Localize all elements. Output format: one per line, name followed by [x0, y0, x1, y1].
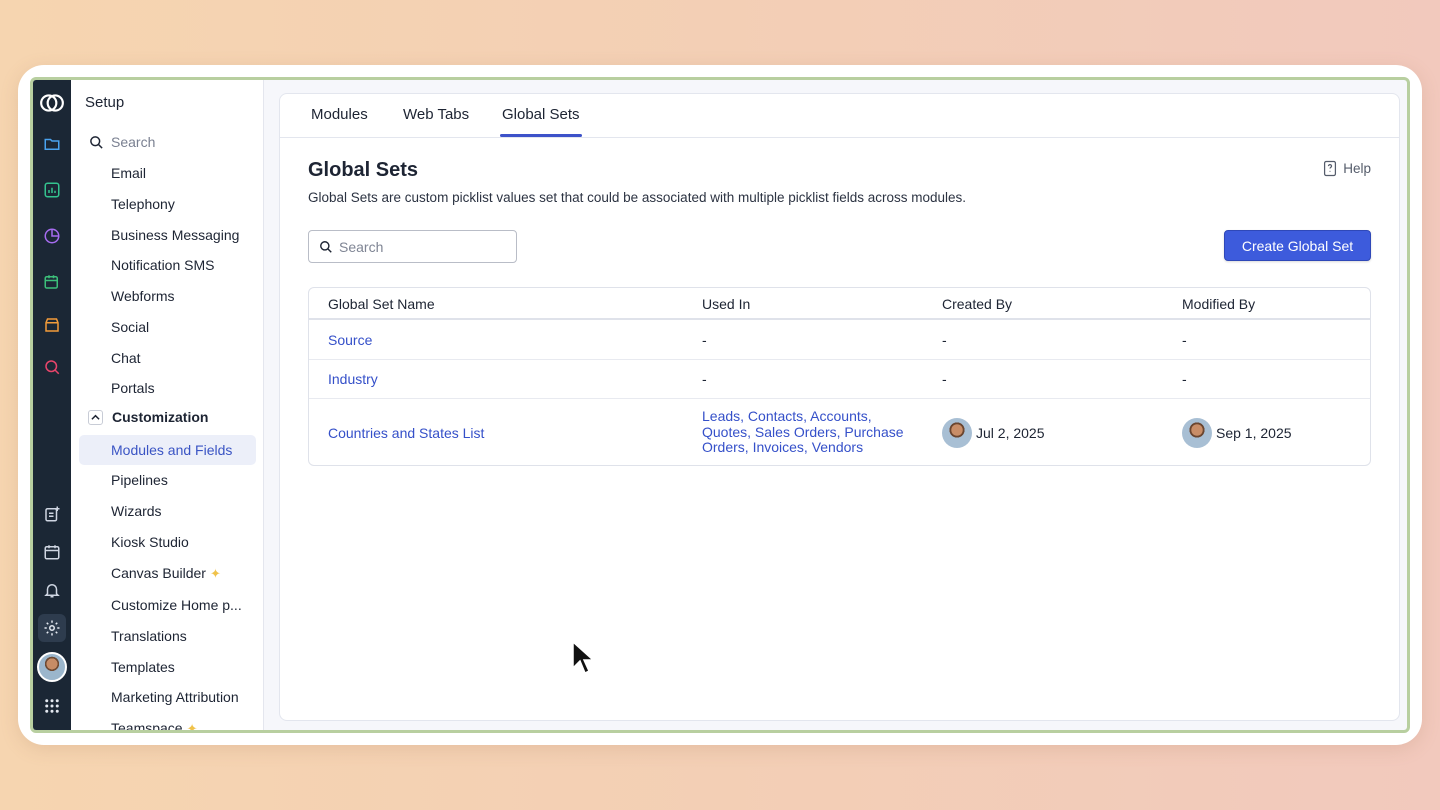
- column-header-used-in[interactable]: Used In: [702, 296, 750, 312]
- main-panel: Modules Web Tabs Global Sets Global Sets…: [279, 93, 1400, 721]
- analytics-icon[interactable]: [40, 178, 64, 202]
- tab-web-tabs[interactable]: Web Tabs: [403, 106, 469, 123]
- bell-icon[interactable]: [40, 578, 64, 602]
- sidebar-item-canvas-builder[interactable]: Canvas Builder ✦: [111, 565, 221, 582]
- modified-by-cell: Sep 1, 2025: [1182, 418, 1292, 448]
- used-in-value: -: [702, 332, 707, 348]
- user-avatar[interactable]: [37, 652, 67, 682]
- sidebar-item-marketing-attribution[interactable]: Marketing Attribution: [111, 689, 239, 705]
- zoho-logo-icon[interactable]: [37, 88, 67, 118]
- modifier-avatar[interactable]: [1182, 418, 1212, 448]
- sidebar-item-telephony[interactable]: Telephony: [111, 196, 175, 212]
- table-row[interactable]: Countries and States List Leads, Contact…: [309, 399, 1370, 465]
- sidebar-group-label: Customization: [112, 409, 209, 425]
- sidebar-item-label: Teamspace: [111, 720, 183, 733]
- store-icon[interactable]: [40, 313, 64, 337]
- sidebar-item-social[interactable]: Social: [111, 319, 149, 335]
- tab-modules[interactable]: Modules: [311, 106, 368, 123]
- sidebar-item-translations[interactable]: Translations: [111, 628, 187, 644]
- created-date: Jul 2, 2025: [976, 425, 1045, 441]
- settings-gear-icon[interactable]: [38, 614, 66, 642]
- used-in-modules[interactable]: Leads, Contacts, Accounts, Quotes, Sales…: [702, 408, 912, 456]
- calendar-edit-icon[interactable]: [40, 270, 64, 294]
- tab-global-sets[interactable]: Global Sets: [502, 106, 580, 123]
- sidebar-item-kiosk-studio[interactable]: Kiosk Studio: [111, 534, 189, 550]
- page-title: Global Sets: [308, 159, 419, 181]
- pie-chart-icon[interactable]: [40, 224, 64, 248]
- table-header: Global Set Name Used In Created By Modif…: [309, 288, 1370, 320]
- global-sets-table: Global Set Name Used In Created By Modif…: [308, 287, 1371, 466]
- chevron-up-icon: [88, 409, 103, 425]
- sidebar-item-label: Canvas Builder: [111, 565, 206, 581]
- setup-sidebar: Setup Search Email Telephony Business Me…: [71, 80, 264, 730]
- search-icon: [320, 240, 332, 253]
- add-note-icon[interactable]: [40, 502, 64, 526]
- apps-grid-icon[interactable]: [40, 694, 64, 718]
- page-description: Global Sets are custom picklist values s…: [308, 190, 967, 205]
- used-in-line: Orders, Invoices, Vendors: [702, 439, 864, 455]
- sidebar-item-portals[interactable]: Portals: [111, 380, 155, 396]
- create-global-set-button[interactable]: Create Global Set: [1224, 230, 1371, 261]
- mouse-cursor-icon: [572, 641, 594, 675]
- sidebar-item-webforms[interactable]: Webforms: [111, 288, 175, 304]
- modified-by-value: -: [1182, 332, 1187, 348]
- sidebar-item-business-messaging[interactable]: Business Messaging: [111, 227, 239, 243]
- search-icon: [90, 135, 103, 149]
- app-rail: [33, 80, 71, 730]
- global-set-name-link[interactable]: Industry: [328, 371, 378, 387]
- search-input[interactable]: [339, 238, 499, 255]
- table-row[interactable]: Source - - -: [309, 320, 1370, 360]
- sidebar-item-customize-home[interactable]: Customize Home p...: [111, 597, 242, 613]
- sidebar-search[interactable]: Search: [89, 134, 155, 150]
- column-header-modified-by[interactable]: Modified By: [1182, 296, 1255, 312]
- global-sets-search[interactable]: [308, 230, 517, 263]
- sparkle-icon: ✦: [186, 721, 198, 733]
- modified-by-value: -: [1182, 371, 1187, 387]
- column-header-name[interactable]: Global Set Name: [328, 296, 435, 312]
- help-book-icon: [1324, 160, 1337, 177]
- sidebar-item-pipelines[interactable]: Pipelines: [111, 472, 168, 488]
- sidebar-item-wizards[interactable]: Wizards: [111, 503, 162, 519]
- sidebar-item-templates[interactable]: Templates: [111, 659, 175, 675]
- active-tab-indicator: [500, 134, 582, 137]
- sidebar-group-customization[interactable]: Customization: [88, 409, 208, 425]
- used-in-value: -: [702, 371, 707, 387]
- search-analytics-icon[interactable]: [40, 355, 64, 379]
- modified-date: Sep 1, 2025: [1216, 425, 1292, 441]
- sparkle-icon: ✦: [209, 566, 221, 581]
- created-by-cell: Jul 2, 2025: [942, 418, 1045, 448]
- sidebar-item-email[interactable]: Email: [111, 165, 146, 181]
- global-set-name-link[interactable]: Source: [328, 332, 372, 348]
- column-header-created-by[interactable]: Created By: [942, 296, 1012, 312]
- sidebar-item-teamspace[interactable]: Teamspace ✦: [111, 720, 198, 733]
- created-by-value: -: [942, 332, 947, 348]
- created-by-value: -: [942, 371, 947, 387]
- calendar-icon[interactable]: [40, 540, 64, 564]
- help-link[interactable]: Help: [1322, 160, 1371, 177]
- global-set-name-link[interactable]: Countries and States List: [328, 425, 484, 441]
- used-in-line: Leads, Contacts, Accounts,: [702, 408, 872, 424]
- app-window: Setup Search Email Telephony Business Me…: [30, 77, 1410, 733]
- sidebar-item-notification-sms[interactable]: Notification SMS: [111, 257, 214, 273]
- sidebar-item-chat[interactable]: Chat: [111, 350, 141, 366]
- sidebar-item-modules-and-fields[interactable]: Modules and Fields: [111, 442, 232, 458]
- creator-avatar[interactable]: [942, 418, 972, 448]
- used-in-line: Quotes, Sales Orders, Purchase: [702, 423, 904, 440]
- folder-icon[interactable]: [40, 132, 64, 156]
- tab-bar: Modules Web Tabs Global Sets: [280, 94, 1399, 138]
- help-label: Help: [1343, 161, 1371, 176]
- table-row[interactable]: Industry - - -: [309, 360, 1370, 399]
- sidebar-search-placeholder: Search: [111, 134, 156, 150]
- sidebar-title: Setup: [85, 94, 125, 111]
